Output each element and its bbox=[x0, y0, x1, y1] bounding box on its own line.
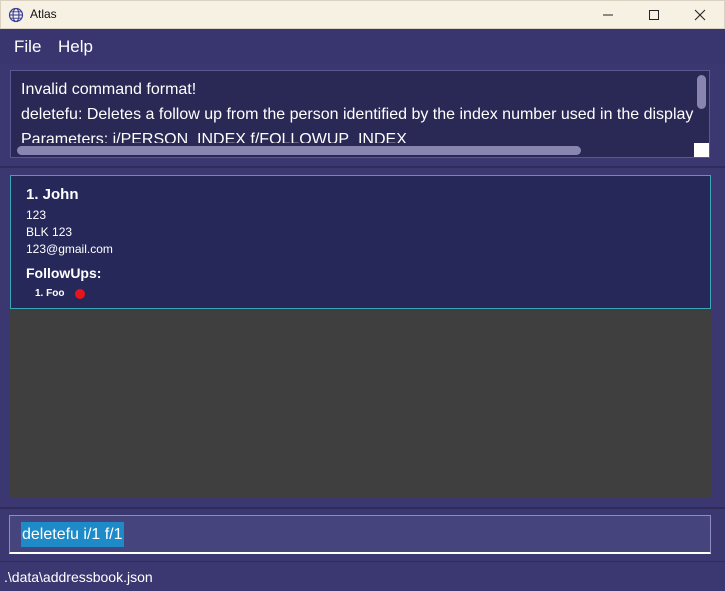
close-icon bbox=[694, 9, 706, 21]
vertical-scrollbar[interactable] bbox=[694, 71, 709, 143]
person-name: 1. John bbox=[26, 186, 79, 203]
followup-item: 1. Foo bbox=[35, 288, 65, 299]
vertical-scrollbar-thumb[interactable] bbox=[697, 75, 706, 109]
followup-status-dot bbox=[75, 289, 85, 299]
menu-help[interactable]: Help bbox=[58, 37, 93, 57]
minimize-button[interactable] bbox=[585, 1, 631, 29]
window-title: Atlas bbox=[30, 7, 57, 21]
command-input[interactable]: deletefu i/1 f/1 bbox=[9, 515, 711, 554]
scrollbar-corner bbox=[694, 143, 709, 157]
divider bbox=[0, 507, 725, 509]
person-card[interactable]: 1. John 123 BLK 123 123@gmail.com Follow… bbox=[10, 175, 711, 309]
close-button[interactable] bbox=[677, 1, 723, 29]
divider bbox=[0, 166, 725, 168]
maximize-icon bbox=[649, 10, 659, 20]
person-list: 1. John 123 BLK 123 123@gmail.com Follow… bbox=[10, 175, 711, 497]
result-line: deletefu: Deletes a follow up from the p… bbox=[21, 106, 696, 123]
menu-file[interactable]: File bbox=[14, 37, 41, 57]
person-phone: 123 bbox=[26, 208, 47, 222]
result-display[interactable]: Invalid command format! deletefu: Delete… bbox=[10, 70, 710, 158]
result-line: Parameters: i/PERSON_INDEX f/FOLLOWUP_IN… bbox=[21, 131, 407, 143]
globe-icon bbox=[8, 7, 24, 23]
status-bar: .\data\addressbook.json bbox=[0, 561, 725, 591]
result-text: Invalid command format! deletefu: Delete… bbox=[21, 77, 696, 143]
maximize-button[interactable] bbox=[631, 1, 677, 29]
data-file-path: .\data\addressbook.json bbox=[4, 569, 153, 585]
horizontal-scrollbar[interactable] bbox=[11, 143, 694, 157]
result-line: Invalid command format! bbox=[21, 81, 197, 98]
menu-bar: File Help bbox=[0, 29, 725, 64]
title-bar: Atlas bbox=[0, 0, 725, 29]
person-email: 123@gmail.com bbox=[26, 242, 113, 256]
command-text: deletefu i/1 f/1 bbox=[21, 522, 124, 547]
person-address: BLK 123 bbox=[26, 225, 73, 239]
followups-label: FollowUps: bbox=[26, 265, 102, 281]
horizontal-scrollbar-thumb[interactable] bbox=[17, 146, 581, 155]
minimize-icon bbox=[603, 14, 613, 16]
